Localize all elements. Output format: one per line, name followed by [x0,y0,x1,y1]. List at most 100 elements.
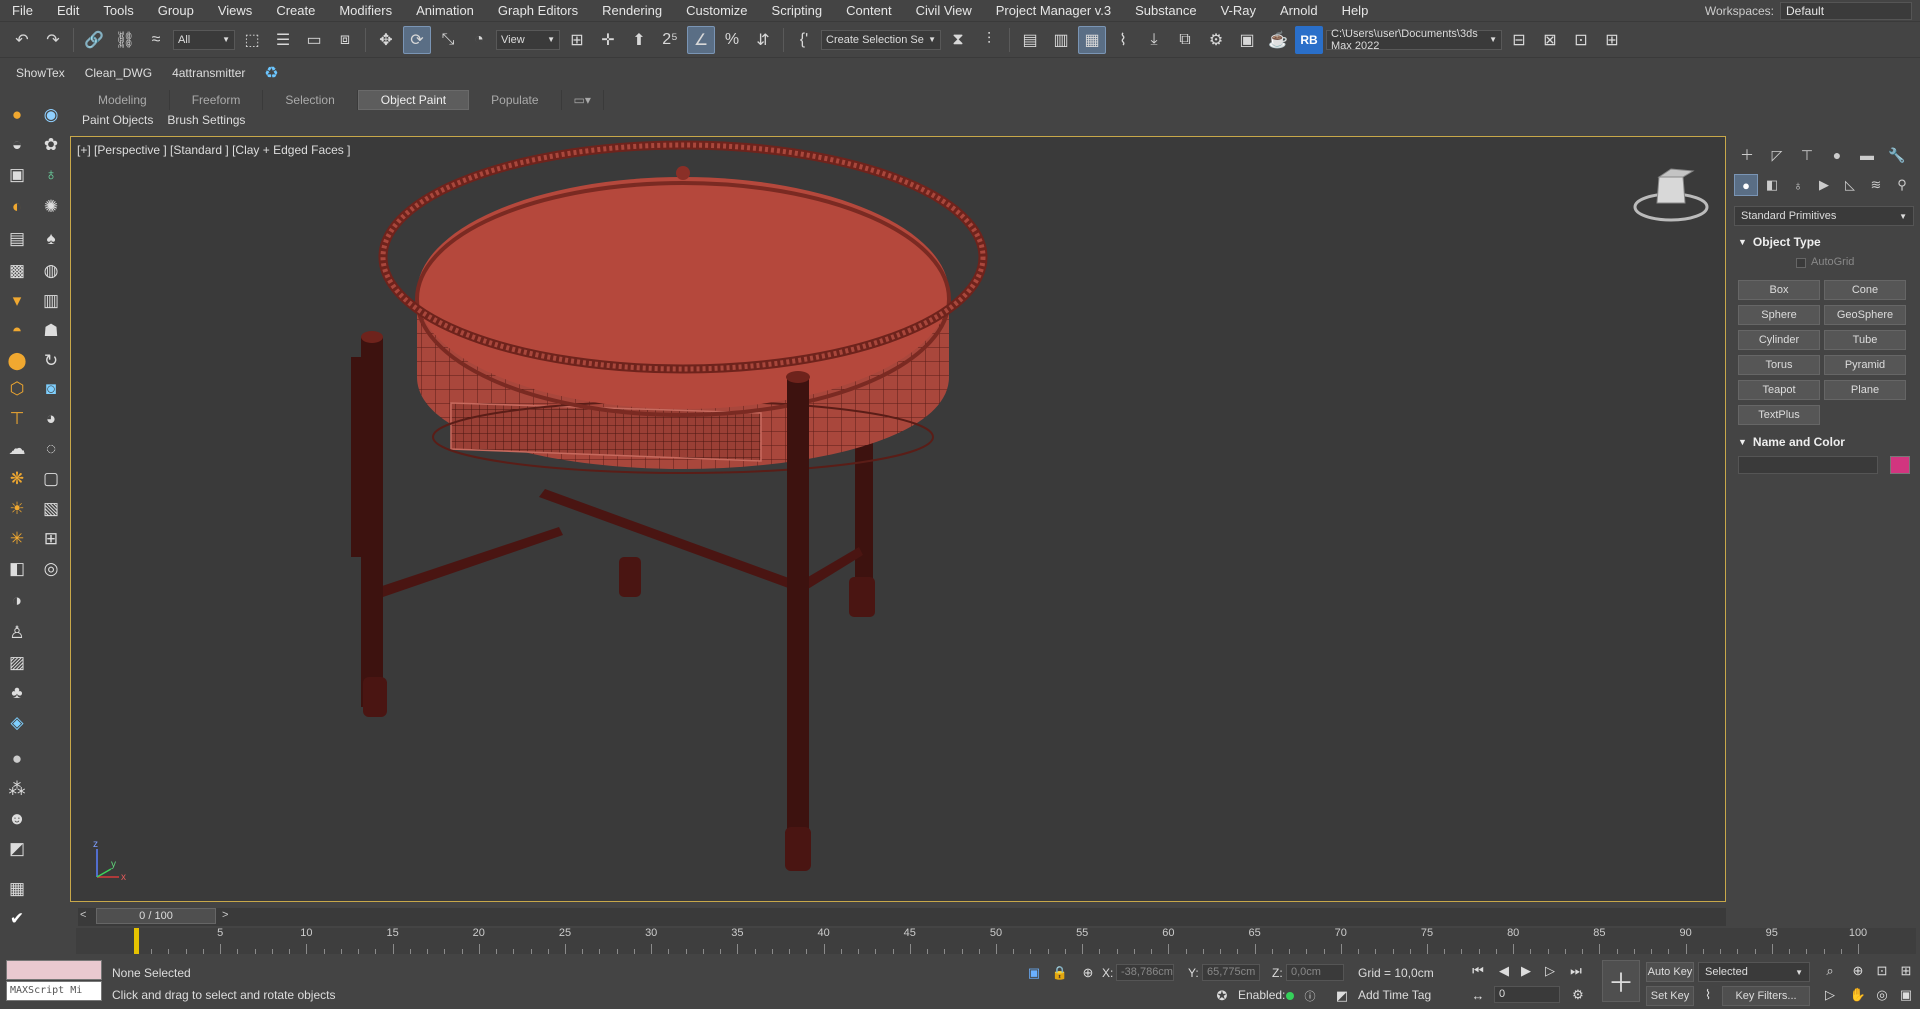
teapot-button[interactable]: Teapot [1738,380,1820,400]
menu-animation[interactable]: Animation [404,3,486,18]
auto-key-button[interactable]: Auto Key [1646,962,1694,982]
light-bulb-icon[interactable]: ♁ [38,162,64,188]
cameras-icon[interactable]: ▶ [1812,174,1836,196]
cylinder-button[interactable]: Cylinder [1738,330,1820,350]
modifier-icon[interactable]: ▤ [4,226,30,252]
rect-selection-icon[interactable]: ▭ [300,26,328,54]
maximize-viewport-icon[interactable]: ▣ [1896,985,1916,1005]
tube-button[interactable]: Tube [1824,330,1906,350]
snaps-toggle-icon[interactable]: 2⁵ [656,26,684,54]
box-button[interactable]: Box [1738,280,1820,300]
paint-objects-button[interactable]: Paint Objects [78,113,157,127]
geosphere-button[interactable]: GeoSphere [1824,305,1906,325]
tab-selection[interactable]: Selection [263,90,358,110]
material-icon[interactable]: ◐ [4,194,30,220]
menu-modifiers[interactable]: Modifiers [327,3,404,18]
ribbon-options-icon[interactable]: ▭▾ [562,90,604,110]
create-tab-icon[interactable]: ＋ [1736,144,1758,166]
mirror-icon[interactable]: ⧗ [944,26,972,54]
undo-icon[interactable]: ↶ [8,26,36,54]
named-selection-dropdown[interactable]: Create Selection Se ▼ [821,29,941,50]
rb-plugin-button[interactable]: RB [1295,25,1323,54]
textplus-button[interactable]: TextPlus [1738,405,1820,425]
box-icon[interactable]: ▣ [4,162,30,188]
time-slider-thumb[interactable]: 0 / 100 [96,908,216,924]
edit-named-selection-icon[interactable]: {ʹ [790,26,818,54]
menu-help[interactable]: Help [1330,3,1381,18]
plane-button[interactable]: Plane [1824,380,1906,400]
menu-vray[interactable]: V-Ray [1209,3,1268,18]
time-tag-icon[interactable]: ◩ [1332,986,1352,1006]
link-icon[interactable]: 🔗 [80,26,108,54]
key-mode-icon[interactable]: ↔ [1468,985,1488,1005]
motion-tab-icon[interactable]: ● [1826,144,1848,166]
sun-icon[interactable]: ✺ [38,194,64,220]
z-coord-field[interactable]: 0,0cm [1286,964,1344,981]
current-frame-marker[interactable] [134,928,139,954]
environment-icon[interactable]: ◙ [38,376,64,402]
manipulate-icon[interactable]: ✛ [594,26,622,54]
pan-icon[interactable]: ✋ [1848,985,1868,1005]
shapes-icon[interactable]: ◧ [1760,174,1784,196]
systems-icon[interactable]: ⚲ [1890,174,1914,196]
next-frame-button-icon[interactable]: ▷ [1540,961,1560,981]
zoom-extents-all-icon[interactable]: ⊞ [1896,961,1916,981]
set-key-button[interactable]: Set Key [1646,986,1694,1006]
showtex-button[interactable]: ShowTex [8,62,73,84]
previous-frame-icon[interactable]: ◀ [1494,961,1514,981]
dome-icon[interactable]: ◓ [4,318,30,344]
selection-filter-dropdown[interactable]: All ▼ [173,29,235,50]
render-setup-icon[interactable]: ⚙ [1202,26,1230,54]
time-slider[interactable]: < 0 / 100 > [78,908,1726,926]
spotlight-icon[interactable]: ⊤ [4,406,30,432]
object-color-swatch[interactable] [1890,456,1910,474]
geosphere-icon[interactable]: ⬡ [4,376,30,402]
track-bar[interactable]: 0510152025303540455055606570758085909510… [76,927,1916,954]
workspace-dropdown[interactable]: Default [1780,2,1912,20]
capture-icon[interactable]: ◍ [38,258,64,284]
play-icon[interactable]: ▶ [1516,961,1536,981]
rotate-icon[interactable]: ⟳ [403,25,431,54]
eye-icon[interactable]: ◎ [38,556,64,582]
cube-icon[interactable]: ◧ [4,556,30,582]
cone-button[interactable]: Cone [1824,280,1906,300]
field-of-view-icon[interactable]: ▷ [1820,985,1840,1005]
rendered-frame-icon[interactable]: ▣ [1233,26,1261,54]
menu-edit[interactable]: Edit [45,3,91,18]
menu-rendering[interactable]: Rendering [590,3,674,18]
project-path-dropdown[interactable]: C:\Users\user\Documents\3ds Max 2022 ▼ [1326,28,1502,52]
pattern-icon[interactable]: ▨ [4,650,30,676]
frame-icon[interactable]: ▢ [38,466,64,492]
layers-icon[interactable]: ◩ [4,836,30,862]
project-open-icon[interactable]: ⊠ [1536,26,1564,54]
menu-views[interactable]: Views [206,3,264,18]
render-icon[interactable]: ☕ [1264,26,1292,54]
select-object-icon[interactable]: ⬚ [238,26,266,54]
sun-light-icon[interactable]: ☀ [4,496,30,522]
key-filters-button[interactable]: Key Filters... [1722,986,1810,1006]
display-tab-icon[interactable]: ▬ [1856,144,1878,166]
stack-icon[interactable]: ▦ [4,876,30,902]
menu-create[interactable]: Create [264,3,327,18]
menu-content[interactable]: Content [834,3,904,18]
geometry-icon[interactable]: ● [1734,174,1758,196]
y-coord-field[interactable]: 65,775cm [1202,964,1260,981]
maxscript-listener-pink[interactable] [6,960,102,980]
adaptive-degradation-icon[interactable]: ✪ [1212,986,1232,1006]
time-config-icon[interactable]: ⚙ [1568,985,1588,1005]
brush-settings-button[interactable]: Brush Settings [163,113,249,127]
sky-icon[interactable]: ✳ [4,526,30,552]
name-color-rollout[interactable]: ▼ Name and Color [1738,435,1845,449]
helpers-icon[interactable]: ◺ [1838,174,1862,196]
object-type-rollout[interactable]: ▼ Object Type [1738,235,1821,249]
table-model[interactable] [351,140,988,871]
camera-rig-icon[interactable]: ▩ [4,258,30,284]
head-icon[interactable]: ☻ [4,806,30,832]
orbit-icon[interactable]: ◒ [4,132,30,158]
schematic-view-icon[interactable]: ⤓ [1140,26,1168,54]
menu-civil-view[interactable]: Civil View [904,3,984,18]
render-region-icon[interactable]: ▧ [38,496,64,522]
hierarchy-tab-icon[interactable]: ⊤ [1796,144,1818,166]
project-new-icon[interactable]: ⊡ [1567,26,1595,54]
bind-space-warp-icon[interactable]: ≈ [142,26,170,54]
